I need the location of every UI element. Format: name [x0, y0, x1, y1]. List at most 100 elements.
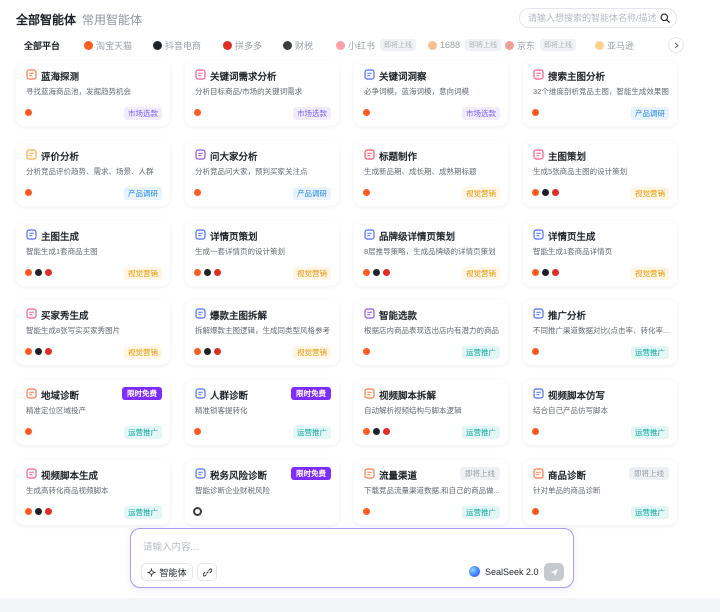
image-icon	[533, 149, 544, 160]
agent-card-title: 详情页策划	[210, 232, 258, 243]
agent-card[interactable]: 视频脚本仿写 结合自己产品仿写脚本 运营推广	[523, 380, 677, 445]
douyin-icon	[34, 268, 43, 277]
agent-card[interactable]: 地域诊断 限时免费 精准定位区域投产 运营推广	[16, 380, 170, 445]
agent-card-description: 拆解爆款主图逻辑，生成同类型风格参考	[195, 326, 330, 335]
taobao-icon	[193, 347, 202, 356]
pdd-icon	[44, 268, 53, 277]
supported-platforms	[531, 347, 541, 357]
agent-card[interactable]: 评价分析 分析竞品评价趋势、需求、场景、人群 产品调研	[16, 141, 170, 206]
agent-card-title: 关键词需求分析	[210, 72, 277, 83]
supported-platforms	[531, 108, 541, 118]
supported-platforms	[531, 268, 561, 278]
agent-card[interactable]: 流量渠道 即将上线 下载竞品流量渠道数据,和自己的商品做... 运营推广	[354, 460, 508, 525]
agent-card[interactable]: 品牌级详情页策划 8层推导策略，生成品牌级的详情页策划视觉营销	[354, 221, 508, 286]
agent-card-description: 8层推导策略，生成品牌级的详情页策划	[364, 247, 496, 256]
agent-card[interactable]: 主图生成 智能生成1套商品主图 视觉营销	[16, 221, 170, 286]
chat-input[interactable]	[143, 539, 563, 555]
agent-category-tag: 运营推广	[462, 426, 500, 439]
agent-category-tag: 运营推广	[631, 426, 669, 439]
taobao-icon	[531, 507, 540, 516]
agent-card[interactable]: 智能选款 根据店内商品表现选出店内有潜力的商品 运营推广	[354, 300, 508, 365]
tag-icon	[364, 149, 375, 160]
douyin-icon	[34, 347, 43, 356]
agent-card-title: 买家秀生成	[41, 311, 89, 322]
taobao-icon	[531, 347, 540, 356]
agent-card-description: 分析竞品问大家，预判买家关注点	[195, 167, 308, 176]
agent-card-description: 必争词模，蓝海词模，意向词模	[364, 87, 469, 96]
supported-platforms	[193, 108, 203, 118]
taobao-icon	[362, 108, 371, 117]
agent-card-title: 蓝海探测	[41, 72, 80, 83]
agent-card[interactable]: 详情页策划 生成一套详情页的设计策划 视觉营销	[185, 221, 339, 286]
agent-icon	[147, 567, 157, 577]
chat-composer: 智能体 SealSeek 2.0	[130, 528, 574, 588]
send-button[interactable]	[544, 563, 564, 581]
coming-soon-badge: 即将上线	[629, 467, 669, 480]
agent-card-title: 标题制作	[379, 152, 418, 163]
pdd-icon	[44, 347, 53, 356]
supported-platforms	[193, 188, 203, 198]
agent-card[interactable]: 蓝海探测 寻找蓝海商品池，发掘趋势机会 市场选款	[16, 61, 170, 126]
agent-card-title: 详情页生成	[548, 232, 596, 243]
agent-category-tag: 市场选款	[124, 107, 162, 120]
chart-icon	[26, 69, 37, 80]
comment-icon	[26, 149, 37, 160]
douyin-icon	[541, 268, 550, 277]
bulb-icon	[364, 69, 375, 80]
agent-category-tag: 产品调研	[293, 187, 331, 200]
supported-platforms	[24, 507, 54, 517]
agent-card[interactable]: 视频脚本生成 生成高转化商品视频脚本 运营推广	[16, 460, 170, 525]
agent-card-title: 税务风险诊断	[210, 471, 268, 482]
agent-card-title: 品牌级详情页策划	[379, 232, 456, 243]
taobao-icon	[24, 268, 33, 277]
finance-icon	[193, 507, 202, 516]
free-trial-badge: 限时免费	[291, 467, 331, 480]
video-gen-icon	[26, 468, 37, 479]
agent-card[interactable]: 税务风险诊断 限时免费 智能诊断企业财税风险	[185, 460, 339, 525]
agent-category-tag: 视觉营销	[462, 267, 500, 280]
agent-picker-button[interactable]: 智能体	[141, 563, 193, 581]
douyin-icon	[372, 427, 381, 436]
supported-platforms	[362, 507, 372, 517]
agent-card-description: 智能生成8张写实买家秀图片	[26, 326, 121, 335]
agent-card[interactable]: 关键词洞察 必争词模，蓝海词模，意向词模 市场选款	[354, 61, 508, 126]
agent-card[interactable]: 商品诊断 即将上线 针对单品的商品诊断 运营推广	[523, 460, 677, 525]
agent-card-title: 地域诊断	[41, 391, 80, 402]
agent-card-title: 爆款主图拆解	[210, 311, 268, 322]
agent-card[interactable]: 视频脚本拆解 自动解析视频结构与脚本逻辑 运营推广	[354, 380, 508, 445]
agent-category-tag: 运营推广	[462, 506, 500, 519]
taobao-icon	[362, 188, 371, 197]
agent-card-description: 智能生成1套商品详情页	[533, 247, 613, 256]
agent-category-tag: 产品调研	[631, 107, 669, 120]
agent-card-description: 针对单品的商品诊断	[533, 486, 601, 495]
attach-link-button[interactable]	[197, 563, 217, 581]
agent-card-description: 精准锁客提转化	[195, 406, 248, 415]
agent-card[interactable]: 推广分析 不同推广渠道数据对比(点击率、转化率... 运营推广	[523, 300, 677, 365]
crown-icon	[364, 229, 375, 240]
agent-card-description: 32个维度剖析竞品主图，智能生成效果图	[533, 87, 669, 96]
coming-soon-badge: 即将上线	[460, 467, 500, 480]
agent-card[interactable]: 买家秀生成 智能生成8张写实买家秀图片 视觉营销	[16, 300, 170, 365]
agent-card[interactable]: 关键词需求分析 分析目标商品/市场的关键词需求 市场选款	[185, 61, 339, 126]
agent-card[interactable]: 标题制作 生成新品期、成长期、成熟期标题 视觉营销	[354, 141, 508, 206]
split-image-icon	[195, 308, 206, 319]
agent-card-title: 视频脚本拆解	[379, 391, 437, 402]
agent-card[interactable]: 问大家分析 分析竞品问大家，预判买家关注点 产品调研	[185, 141, 339, 206]
agent-card[interactable]: 主图策划 生成5张商品主图的设计策划 视觉营销	[523, 141, 677, 206]
send-icon	[550, 568, 558, 576]
agent-card[interactable]: 人群诊断 限时免费 精准锁客提转化 运营推广	[185, 380, 339, 445]
agent-category-tag: 视觉营销	[293, 346, 331, 359]
agent-card-description: 生成一套详情页的设计策划	[195, 247, 285, 256]
agent-card-description: 智能生成1套商品主图	[26, 247, 98, 256]
agent-card[interactable]: 详情页生成 智能生成1套商品详情页 视觉营销	[523, 221, 677, 286]
location-icon	[26, 388, 37, 399]
agent-category-tag: 市场选款	[293, 107, 331, 120]
taobao-icon	[193, 188, 202, 197]
supported-platforms	[193, 427, 203, 437]
taobao-icon	[362, 507, 371, 516]
model-selector[interactable]: SealSeek 2.0	[469, 566, 539, 577]
agent-card[interactable]: 搜索主图分析 32个维度剖析竞品主图，智能生成效果图 产品调研	[523, 61, 677, 126]
taobao-icon	[193, 268, 202, 277]
agent-card[interactable]: 爆款主图拆解拆解爆款主图逻辑，生成同类型风格参考视觉营销	[185, 300, 339, 365]
agent-card-description: 不同推广渠道数据对比(点击率、转化率...	[533, 326, 670, 335]
